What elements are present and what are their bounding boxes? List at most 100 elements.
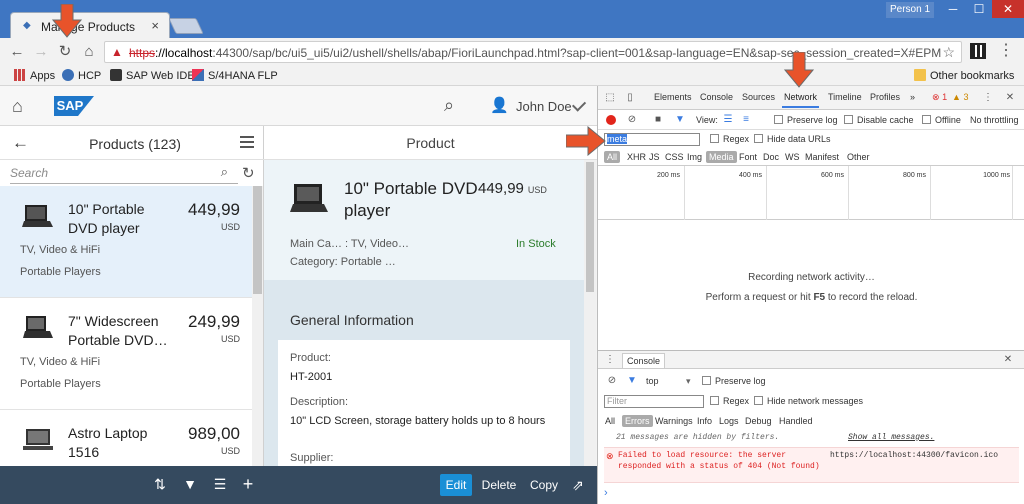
home-icon[interactable]: ⌂ <box>12 96 23 117</box>
devtools-menu-icon[interactable]: ⋮ <box>982 92 994 104</box>
bookmark-s4hana-flp[interactable]: S/4HANA FLP <box>192 69 278 83</box>
bookmark-star-icon[interactable]: ☆ <box>942 44 955 61</box>
preserve-log-checkbox[interactable]: Preserve log <box>774 115 838 125</box>
console-regex-checkbox[interactable]: Regex <box>710 396 749 406</box>
drawer-menu-icon[interactable]: ⋮ <box>604 354 616 366</box>
tab-console[interactable]: Console <box>700 92 733 102</box>
clear-icon[interactable]: ⊘ <box>626 114 638 126</box>
search-icon[interactable]: ⌕ <box>444 95 454 116</box>
checkbox[interactable] <box>774 115 783 124</box>
bookmark-apps[interactable]: Apps <box>14 69 55 83</box>
detail-scrollbar[interactable] <box>584 160 596 468</box>
level-handled[interactable]: Handled <box>776 415 816 427</box>
user-name[interactable]: John Doe <box>516 99 572 114</box>
console-filter-icon[interactable]: ▼ <box>626 375 638 387</box>
type-img[interactable]: Img <box>684 151 705 163</box>
tab-timeline[interactable]: Timeline <box>828 92 862 102</box>
back-icon[interactable]: ← <box>8 43 26 61</box>
scrollbar-thumb[interactable] <box>253 186 262 294</box>
tab-sources[interactable]: Sources <box>742 92 775 102</box>
checkbox[interactable] <box>710 134 719 143</box>
checkbox[interactable] <box>710 396 719 405</box>
type-media[interactable]: Media <box>706 151 737 163</box>
sap-logo[interactable]: SAP <box>54 96 94 116</box>
level-all[interactable]: All <box>602 415 618 427</box>
filter-icon[interactable]: ▼ <box>182 476 198 492</box>
show-all-messages-link[interactable]: Show all messages. <box>848 433 934 442</box>
tab-close-icon[interactable]: × <box>151 18 159 33</box>
bookmark-hcp[interactable]: HCP <box>62 69 101 83</box>
checkbox[interactable] <box>754 134 763 143</box>
forward-icon[interactable]: → <box>32 43 50 61</box>
chevron-down-icon[interactable] <box>572 97 587 112</box>
reload-icon[interactable]: ↻ <box>56 43 74 61</box>
checkbox[interactable] <box>844 115 853 124</box>
error-count[interactable]: ⊗ 1 <box>932 92 947 103</box>
disable-cache-checkbox[interactable]: Disable cache <box>844 115 914 125</box>
console-prompt[interactable]: › <box>604 487 608 499</box>
type-doc[interactable]: Doc <box>760 151 782 163</box>
qr-code-icon[interactable] <box>970 43 986 59</box>
large-rows-icon[interactable]: ☰ <box>722 114 734 126</box>
record-icon[interactable] <box>606 115 616 125</box>
tab-profiles[interactable]: Profiles <box>870 92 900 102</box>
type-manifest[interactable]: Manifest <box>802 151 842 163</box>
share-icon[interactable]: ⇗ <box>568 474 588 496</box>
tab-elements[interactable]: Elements <box>654 92 692 102</box>
network-overview[interactable]: 200 ms 400 ms 600 ms 800 ms 1000 ms <box>598 166 1024 220</box>
delete-button[interactable]: Delete <box>478 474 520 496</box>
group-icon[interactable]: ☰ <box>212 476 228 492</box>
level-warnings[interactable]: Warnings <box>652 415 696 427</box>
browser-menu-icon[interactable]: ⋮ <box>998 43 1014 59</box>
level-debug[interactable]: Debug <box>742 415 775 427</box>
checkbox[interactable] <box>754 396 763 405</box>
hide-data-urls-checkbox[interactable]: Hide data URLs <box>754 134 831 144</box>
console-preserve-log-checkbox[interactable]: Preserve log <box>702 376 766 386</box>
other-bookmarks[interactable]: Other bookmarks <box>914 69 1014 83</box>
device-mode-icon[interactable]: ▯ <box>624 92 636 104</box>
error-source-link[interactable]: https://localhost:44300/favicon.ico <box>830 451 998 460</box>
scrollbar-thumb[interactable] <box>586 162 594 292</box>
type-ws[interactable]: WS <box>782 151 803 163</box>
close-drawer-icon[interactable]: ✕ <box>1002 354 1014 366</box>
list-item[interactable]: 7" Widescreen Portable DVD… 249,99 USD T… <box>0 298 252 410</box>
list-item[interactable]: Astro Laptop 1516 989,00 USD <box>0 410 252 466</box>
checkbox[interactable] <box>922 115 931 124</box>
waterfall-icon[interactable]: ≡ <box>740 114 752 126</box>
regex-checkbox[interactable]: Regex <box>710 134 749 144</box>
offline-checkbox[interactable]: Offline <box>922 115 961 125</box>
type-css[interactable]: CSS <box>662 151 687 163</box>
type-js[interactable]: JS <box>646 151 663 163</box>
home-icon[interactable]: ⌂ <box>80 43 98 61</box>
profile-button[interactable]: Person 1 <box>886 2 934 18</box>
master-scrollbar[interactable] <box>252 186 263 466</box>
warning-count[interactable]: ▲ 3 <box>952 92 968 102</box>
close-window-icon[interactable]: ✕ <box>992 0 1024 18</box>
maximize-icon[interactable]: ☐ <box>966 0 992 18</box>
context-chevron-icon[interactable]: ▾ <box>686 376 691 387</box>
type-font[interactable]: Font <box>736 151 760 163</box>
close-devtools-icon[interactable]: ✕ <box>1004 92 1016 104</box>
copy-button[interactable]: Copy <box>526 474 562 496</box>
sort-icon[interactable]: ⇅ <box>152 476 168 492</box>
type-other[interactable]: Other <box>844 151 873 163</box>
more-tabs[interactable]: » <box>910 92 915 102</box>
search-field[interactable]: ⌕ <box>10 164 238 184</box>
address-bar[interactable]: ▲ https://localhost:44300/sap/bc/ui5_ui5… <box>104 41 962 63</box>
list-item[interactable]: 10" Portable DVD player 449,99 USD TV, V… <box>0 186 252 298</box>
network-filter-input[interactable]: meta <box>604 133 700 146</box>
tab-console-drawer[interactable]: Console <box>622 353 666 368</box>
type-all[interactable]: All <box>604 151 621 163</box>
browser-tab[interactable]: ◆ Manage Products × <box>10 12 170 38</box>
edit-button[interactable]: Edit <box>440 474 472 496</box>
refresh-icon[interactable]: ↻ <box>242 164 255 182</box>
camera-icon[interactable]: ■ <box>652 114 664 126</box>
list-options-icon[interactable] <box>240 136 254 148</box>
level-info[interactable]: Info <box>694 415 715 427</box>
context-select[interactable]: top <box>646 376 659 386</box>
filter-icon[interactable]: ▼ <box>674 114 686 126</box>
throttling-select[interactable]: No throttling <box>970 115 1019 125</box>
minimize-icon[interactable]: ─ <box>940 0 966 18</box>
inspect-icon[interactable]: ⬚ <box>604 92 616 104</box>
console-filter-input[interactable]: Filter <box>604 395 704 408</box>
